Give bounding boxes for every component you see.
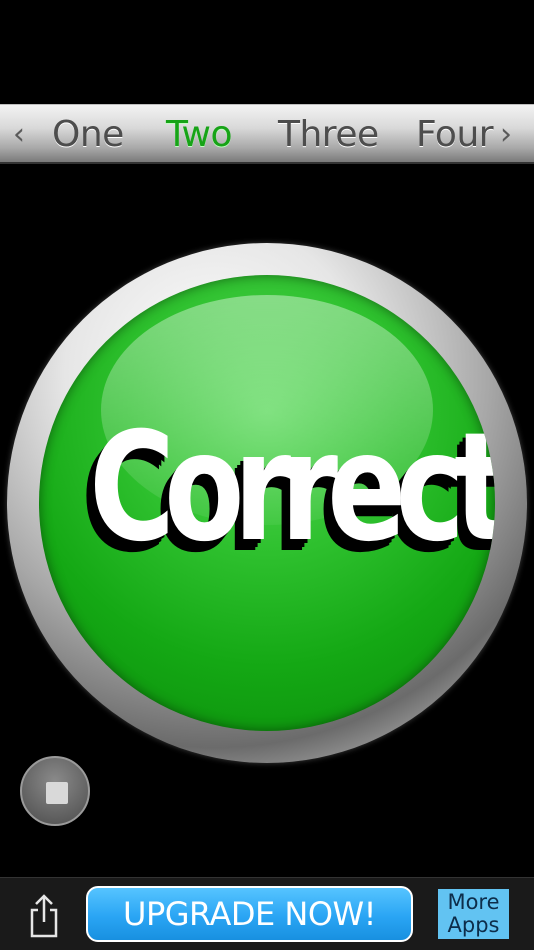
tab-one[interactable]: One (52, 113, 124, 157)
more-apps-line2: Apps (447, 913, 500, 937)
bottom-bar: UPGRADE NOW! More Apps (0, 877, 534, 950)
stop-button[interactable] (20, 756, 90, 826)
upgrade-now-button[interactable]: UPGRADE NOW! (86, 886, 413, 942)
button-face: Correct! (39, 275, 495, 731)
chevron-right-icon[interactable]: › (500, 115, 512, 155)
more-apps-line1: More (447, 890, 500, 914)
tab-strip: ‹ One Two Three Four › (0, 104, 534, 164)
chevron-left-icon[interactable]: ‹ (13, 115, 25, 155)
more-apps-button[interactable]: More Apps (438, 889, 509, 939)
tab-three[interactable]: Three (278, 113, 379, 157)
share-icon (30, 894, 58, 938)
share-button[interactable] (22, 892, 66, 940)
tab-four[interactable]: Four (416, 113, 494, 157)
button-label: Correct! (89, 401, 495, 575)
correct-sound-button[interactable]: Correct! (7, 243, 527, 763)
stop-icon (46, 782, 68, 804)
tab-two[interactable]: Two (166, 113, 233, 157)
